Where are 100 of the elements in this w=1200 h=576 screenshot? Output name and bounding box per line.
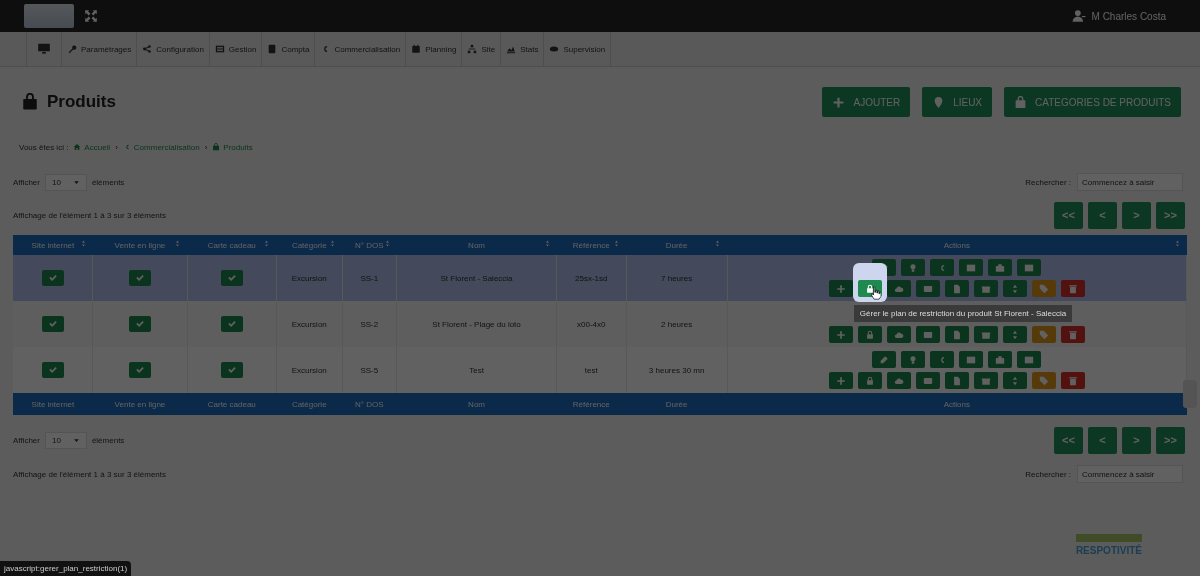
header-button[interactable]: LIEUX [922,87,993,117]
trash-icon [1067,375,1078,386]
column-footer: Vente en ligne [114,399,166,409]
search-field[interactable]: Commencez à saisir [1077,173,1183,191]
length-label: éléments [91,435,125,445]
card-button[interactable] [915,372,940,389]
nav-menu-item[interactable]: Commercialisation [314,32,406,66]
nav-menu-item[interactable]: Compta [261,32,315,66]
file-button[interactable] [944,326,969,343]
nav-menu-item[interactable]: Paramétrages [61,32,137,66]
list-icon [966,354,977,365]
breadcrumb-label: Vous êtes ici : [19,142,69,152]
camera-button[interactable] [988,259,1013,276]
breadcrumb-link[interactable]: Produits [212,142,253,152]
column-header[interactable]: Actions [943,240,970,250]
nav-menu-item[interactable]: Gestion [208,32,262,66]
search-label: Rechercher : [1025,469,1071,479]
euro-button[interactable] [930,259,955,276]
table-cell: SS-5 [360,365,379,375]
tag-button[interactable] [1031,372,1056,389]
nav-menu-item[interactable]: Site [461,32,501,66]
pagination-button[interactable]: >> [1156,426,1185,454]
list-button[interactable] [959,259,984,276]
table-cell: x00-4x0 [577,319,606,329]
tag-button[interactable] [1031,326,1056,343]
checkbox[interactable] [220,316,243,332]
header-button[interactable]: AJOUTER [822,87,911,117]
sort-button[interactable] [1002,326,1027,343]
lightbulb-button[interactable] [901,351,926,368]
checkbox[interactable] [41,362,64,378]
card-button[interactable] [915,326,940,343]
nav-menu-item[interactable]: Stats [500,32,544,66]
sort-icon [383,240,391,247]
sitemap-icon [467,44,478,54]
euro-button[interactable] [930,351,955,368]
column-footer: Nom [468,399,485,409]
nav-menu-item[interactable]: Configuration [136,32,209,66]
gift-button[interactable] [973,326,998,343]
column-footer: Catégorie [291,399,327,409]
checkbox[interactable] [128,316,151,332]
plus-button[interactable] [828,372,853,389]
pagination-button[interactable]: < [1088,426,1117,454]
gift-button[interactable] [973,372,998,389]
sort-button[interactable] [1002,280,1027,297]
status-bar-url: javascript:gerer_plan_restriction(1) [0,561,132,576]
trash-button[interactable] [1060,280,1085,297]
sort-button[interactable] [1002,372,1027,389]
plus-button[interactable] [828,326,853,343]
hand-cursor-icon [869,286,881,300]
wrench-icon [67,44,77,54]
pencil-icon [879,354,890,365]
breadcrumb-link[interactable]: Accueil [73,142,111,152]
nav-menu-item[interactable]: Supervision [543,32,612,66]
pagination-button[interactable]: > [1122,426,1151,454]
header-button[interactable]: CATEGORIES DE PRODUITS [1004,87,1181,117]
pagination-button[interactable]: >> [1156,201,1185,229]
image-button[interactable] [1017,351,1042,368]
checkbox[interactable] [220,270,243,286]
tag-icon [1038,329,1049,340]
checkbox[interactable] [41,270,64,286]
cloud-button[interactable] [886,280,911,297]
list-icon [966,262,977,273]
home-icon [73,143,82,151]
pagination-button[interactable]: << [1054,426,1083,454]
nav-menu-item[interactable]: Planning [405,32,462,66]
tag-icon [1038,283,1049,294]
image-button[interactable] [1017,259,1042,276]
check-icon [47,365,58,375]
pagination-button[interactable]: > [1122,201,1151,229]
checkbox[interactable] [220,362,243,378]
camera-button[interactable] [988,351,1013,368]
check-icon [134,273,145,283]
plus-icon [835,329,846,340]
pagination-button[interactable]: << [1054,201,1083,229]
breadcrumb-link[interactable]: Commercialisation [122,142,200,152]
search-field[interactable]: Commencez à saisir [1077,465,1183,483]
breadcrumb-separator: › [204,142,208,152]
checkbox[interactable] [128,270,151,286]
checkbox[interactable] [128,362,151,378]
pagination-button[interactable]: < [1088,201,1117,229]
trash-button[interactable] [1060,372,1085,389]
trash-button[interactable] [1060,326,1085,343]
plus-icon [835,283,846,294]
page-size-select[interactable]: 10 [45,173,87,191]
file-button[interactable] [944,280,969,297]
file-icon [951,283,962,294]
tag-button[interactable] [1031,280,1056,297]
file-button[interactable] [944,372,969,389]
table-cell: 25sx-1sd [575,273,608,283]
logo[interactable] [24,4,74,28]
caret-icon [72,178,80,186]
column-header[interactable]: Nom [468,240,485,250]
page-size-select[interactable]: 10 [45,431,87,449]
check-icon [134,319,145,329]
list-button[interactable] [959,351,984,368]
checkbox[interactable] [41,316,64,332]
gift-button[interactable] [973,280,998,297]
column-header[interactable]: Durée [665,240,688,250]
page-title: Produits [47,92,116,112]
user-name[interactable]: M Charles Costa [1091,10,1166,22]
